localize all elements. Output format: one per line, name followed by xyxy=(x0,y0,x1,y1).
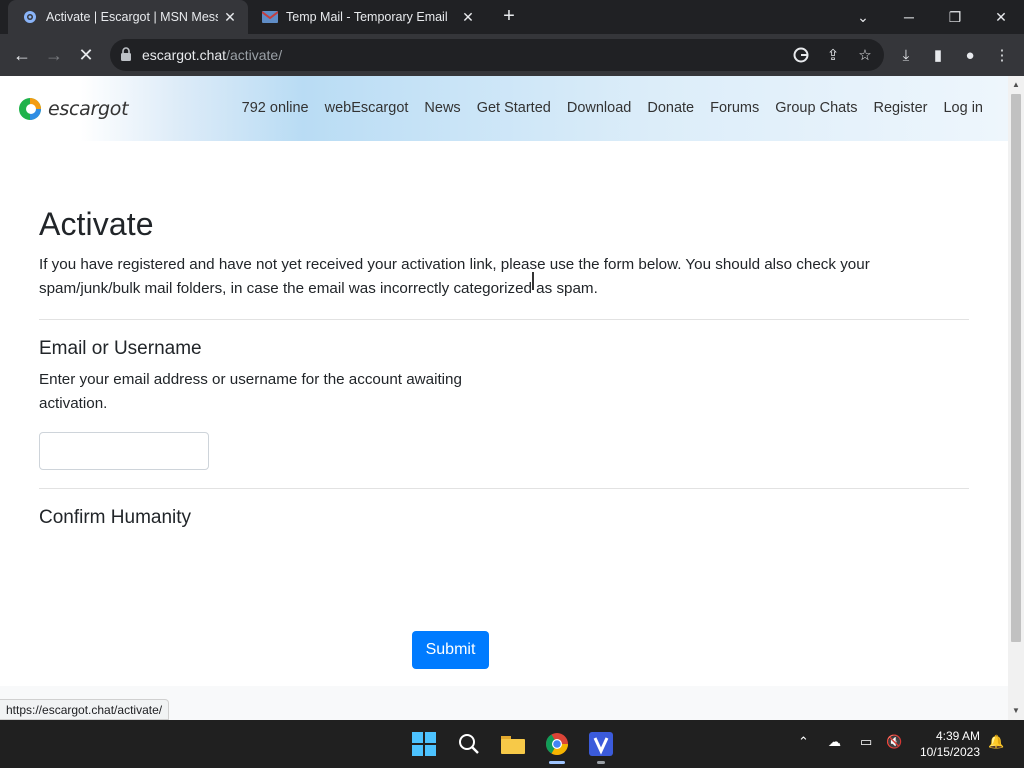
tab-search-chevron-icon[interactable]: ⌄ xyxy=(840,0,886,34)
page-scrollbar[interactable]: ▲ ▼ xyxy=(1008,76,1024,720)
email-help-text: Enter your email address or username for… xyxy=(39,371,462,412)
tab-title: Activate | Escargot | MSN Messe xyxy=(46,10,218,24)
google-lens-icon[interactable] xyxy=(788,41,814,69)
nav-forums[interactable]: Forums xyxy=(710,100,759,116)
active-app-indicator xyxy=(549,761,565,764)
divider xyxy=(39,319,969,320)
site-favicon-icon xyxy=(22,9,38,25)
profile-icon[interactable]: ● xyxy=(957,41,983,69)
search-icon[interactable] xyxy=(455,730,483,758)
download-icon[interactable]: ⤓ xyxy=(893,41,919,69)
bookmark-star-icon[interactable]: ☆ xyxy=(852,41,878,69)
scroll-down-icon[interactable]: ▼ xyxy=(1008,704,1024,718)
side-panel-icon[interactable]: ▮ xyxy=(925,41,951,69)
start-icon[interactable] xyxy=(410,730,438,758)
system-clock[interactable]: 4:39 AM 10/15/2023 xyxy=(914,728,980,760)
page-title: Activate xyxy=(39,206,154,242)
tab-temp-mail[interactable]: Temp Mail - Temporary Email ✕ xyxy=(248,0,486,34)
site-header: escargot 792 online webEscargot News Get… xyxy=(0,76,1008,141)
restore-icon[interactable]: ❐ xyxy=(932,0,978,34)
scroll-up-icon[interactable]: ▲ xyxy=(1008,78,1024,92)
network-icon[interactable]: ▭ xyxy=(860,734,872,750)
site-logo[interactable]: escargot xyxy=(18,96,129,122)
browser-toolbar: ← → ✕ escargot.chat/activate/ ⇪ ☆ ⤓ ▮ ● … xyxy=(0,34,1024,76)
nav-get-started[interactable]: Get Started xyxy=(477,100,551,116)
email-heading: Email or Username xyxy=(39,338,202,359)
minimize-icon[interactable]: ─ xyxy=(886,0,932,34)
tab-title: Temp Mail - Temporary Email xyxy=(286,10,448,24)
tab-strip: Activate | Escargot | MSN Messe ✕ Temp M… xyxy=(0,0,1024,34)
windows-taskbar: ⌃ ☁ ▭ 🔇 4:39 AM 10/15/2023 🔔 xyxy=(0,720,1024,768)
share-icon[interactable]: ⇪ xyxy=(820,41,846,69)
humanity-heading: Confirm Humanity xyxy=(39,507,192,528)
close-tab-icon[interactable]: ✕ xyxy=(456,9,480,26)
scrollbar-thumb[interactable] xyxy=(1011,94,1021,642)
url-text: escargot.chat/activate/ xyxy=(142,47,283,63)
close-tab-icon[interactable]: ✕ xyxy=(218,9,242,26)
email-or-username-input[interactable] xyxy=(39,432,209,470)
address-bar[interactable]: escargot.chat/activate/ ⇪ ☆ xyxy=(110,39,884,71)
clock-time: 4:39 AM xyxy=(935,729,980,743)
page-viewport: escargot 792 online webEscargot News Get… xyxy=(0,76,1008,720)
file-explorer-icon[interactable] xyxy=(499,730,527,758)
text-cursor-icon xyxy=(532,272,534,290)
menu-kebab-icon[interactable]: ⋮ xyxy=(989,41,1015,69)
link-status-bar: https://escargot.chat/activate/ xyxy=(0,699,170,720)
nav-register[interactable]: Register xyxy=(873,100,927,116)
new-tab-icon[interactable]: + xyxy=(498,6,520,28)
lock-icon xyxy=(121,47,131,61)
nav-webescargot[interactable]: webEscargot xyxy=(325,100,409,116)
nav-download[interactable]: Download xyxy=(567,100,632,116)
site-nav: 792 online webEscargot News Get Started … xyxy=(242,100,983,116)
submit-button[interactable]: Submit xyxy=(412,631,489,669)
nav-group-chats[interactable]: Group Chats xyxy=(775,100,857,116)
nav-news[interactable]: News xyxy=(424,100,460,116)
tab-escargot-activate[interactable]: Activate | Escargot | MSN Messe ✕ xyxy=(8,0,248,34)
v-app-icon[interactable] xyxy=(587,730,615,758)
volume-muted-icon[interactable]: 🔇 xyxy=(886,734,902,750)
chrome-icon[interactable] xyxy=(543,730,571,758)
close-window-icon[interactable]: ✕ xyxy=(978,0,1024,34)
clock-date: 10/15/2023 xyxy=(919,745,980,759)
mail-favicon-icon xyxy=(262,9,278,25)
intro-text: If you have registered and have not yet … xyxy=(39,256,870,297)
main-content: Activate If you have registered and have… xyxy=(39,206,969,669)
open-app-indicator xyxy=(597,761,605,764)
nav-login[interactable]: Log in xyxy=(943,100,983,116)
nav-donate[interactable]: Donate xyxy=(647,100,694,116)
back-icon[interactable]: ← xyxy=(8,41,36,69)
nav-online-count[interactable]: 792 online xyxy=(242,100,309,116)
onedrive-icon[interactable]: ☁ xyxy=(828,734,841,750)
logo-wordmark: escargot xyxy=(48,98,129,120)
divider xyxy=(39,488,969,489)
forward-icon[interactable]: → xyxy=(40,41,68,69)
notifications-bell-icon[interactable]: 🔔 xyxy=(988,734,1004,750)
show-hidden-icons-chevron-icon[interactable]: ⌃ xyxy=(798,734,809,750)
stop-loading-icon[interactable]: ✕ xyxy=(72,41,100,69)
escargot-logo-icon xyxy=(19,98,41,120)
